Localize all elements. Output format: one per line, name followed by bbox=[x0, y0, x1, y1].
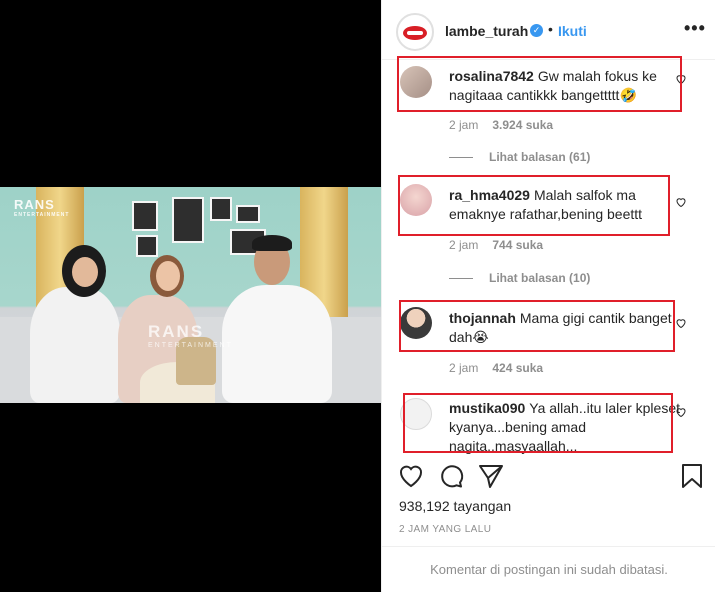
view-replies-button[interactable]: Lihat balasan (61) bbox=[449, 150, 590, 164]
highlight-box bbox=[397, 56, 682, 112]
replies-line bbox=[449, 278, 473, 280]
video-player[interactable]: RANS ENTERTAINMENT RANS ENTERTAINMENT bbox=[0, 187, 381, 403]
follow-button[interactable]: Ikuti bbox=[558, 23, 587, 39]
more-options-button[interactable]: ••• bbox=[684, 18, 706, 39]
wall-photo bbox=[132, 201, 158, 231]
verified-badge-icon: ✓ bbox=[530, 24, 543, 37]
wall-photo bbox=[136, 235, 158, 257]
view-count[interactable]: 938,192 tayangan bbox=[399, 498, 511, 514]
comment-time: 2 jam bbox=[449, 238, 479, 252]
replies-line bbox=[449, 157, 473, 159]
person-left-face bbox=[72, 257, 98, 287]
view-replies-label: Lihat balasan (10) bbox=[489, 271, 591, 285]
bookmark-icon[interactable] bbox=[678, 462, 706, 490]
channel-logo: RANS ENTERTAINMENT bbox=[14, 197, 70, 218]
wall-photo bbox=[210, 197, 232, 221]
comment-meta: 2 jam 424 suka bbox=[449, 361, 543, 375]
post-media[interactable]: RANS ENTERTAINMENT RANS ENTERTAINMENT bbox=[0, 0, 381, 592]
comment-likes[interactable]: 424 suka bbox=[492, 361, 543, 375]
post-side-panel: lambe_turah ✓ • Ikuti ••• rosalina7842 Gw… bbox=[381, 0, 715, 592]
highlight-box bbox=[398, 175, 670, 236]
comments-list[interactable]: rosalina7842 Gw malah fokus ke nagitaaa c… bbox=[382, 56, 715, 460]
teeth-shape bbox=[407, 31, 423, 35]
highlight-box bbox=[403, 393, 673, 453]
comment-likes[interactable]: 3.924 suka bbox=[492, 118, 553, 132]
post-username[interactable]: lambe_turah bbox=[445, 23, 528, 39]
person-middle-face bbox=[156, 261, 180, 291]
heart-icon[interactable] bbox=[675, 406, 687, 418]
comment-time: 2 jam bbox=[449, 118, 479, 132]
video-watermark: RANS ENTERTAINMENT bbox=[148, 322, 233, 349]
action-bar bbox=[382, 462, 715, 502]
separator-dot: • bbox=[548, 21, 553, 37]
heart-icon[interactable] bbox=[675, 317, 687, 329]
comment-meta: 2 jam 3.924 suka bbox=[449, 118, 553, 132]
highlight-box bbox=[399, 300, 675, 352]
post-header: lambe_turah ✓ • Ikuti ••• bbox=[382, 0, 715, 60]
post-timestamp[interactable]: 2 JAM YANG LALU bbox=[399, 524, 491, 535]
person-right bbox=[222, 285, 332, 403]
wall-photo bbox=[236, 205, 260, 223]
heart-icon[interactable] bbox=[675, 196, 687, 208]
comment-time: 2 jam bbox=[449, 361, 479, 375]
comment-meta: 2 jam 744 suka bbox=[449, 238, 543, 252]
comment-likes[interactable]: 744 suka bbox=[492, 238, 543, 252]
view-replies-button[interactable]: Lihat balasan (10) bbox=[449, 271, 590, 285]
comments-limited-notice: Komentar di postingan ini sudah dibatasi… bbox=[382, 546, 715, 592]
view-replies-label: Lihat balasan (61) bbox=[489, 150, 591, 164]
like-heart-icon[interactable] bbox=[397, 462, 425, 490]
person-left bbox=[30, 287, 120, 403]
avatar[interactable] bbox=[396, 13, 434, 51]
person-right-hair bbox=[252, 235, 292, 251]
share-icon[interactable] bbox=[477, 462, 505, 490]
wall-photo bbox=[172, 197, 204, 243]
comment-icon[interactable] bbox=[437, 462, 465, 490]
